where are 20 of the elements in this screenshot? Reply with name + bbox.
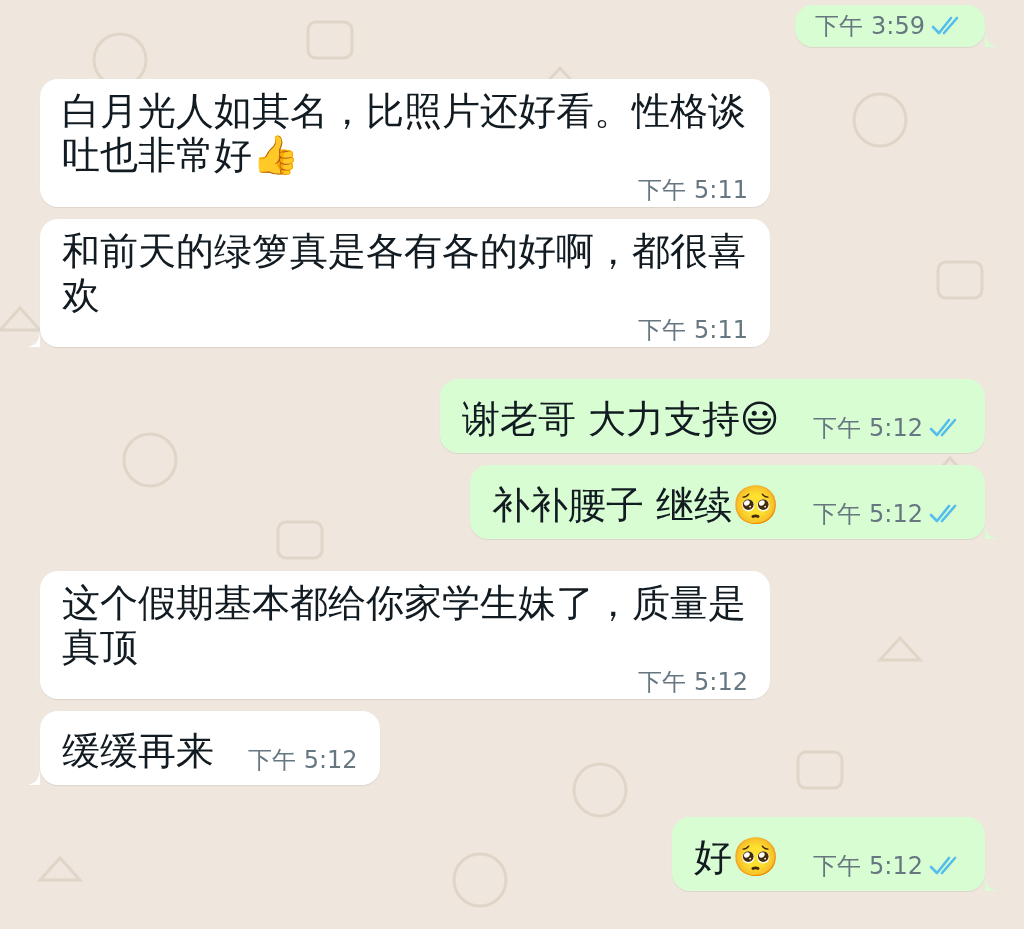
- message-time: 下午 5:12: [813, 415, 923, 441]
- bubble-tail: [28, 333, 40, 347]
- bubble-tail: [985, 525, 997, 539]
- message-text: 和前天的绿箩真是各有各的好啊，都很喜欢: [62, 229, 747, 317]
- message-time: 下午 5:11: [638, 177, 748, 203]
- message-text: 补补腰子 继续🥺: [492, 483, 780, 527]
- message-time: 下午 5:12: [813, 853, 923, 879]
- message-time: 下午 5:11: [638, 317, 748, 343]
- message-text: 谢老哥 大力支持😃: [461, 397, 780, 441]
- message-time: 下午 3:59: [815, 13, 925, 39]
- bubble-tail: [28, 771, 40, 785]
- message-time: 下午 5:12: [248, 747, 358, 773]
- message-time: 下午 5:12: [813, 501, 923, 527]
- bubble-tail: [985, 877, 997, 891]
- message-text: 缓缓再来: [62, 729, 214, 773]
- bubble-tail: [985, 33, 997, 47]
- message-text: 这个假期基本都给你家学生妹了，质量是真顶: [62, 581, 747, 669]
- message-text: 好🥺: [694, 835, 780, 879]
- message-time: 下午 5:12: [638, 669, 748, 695]
- message-text: 白月光人如其名，比照片还好看。性格谈吐也非常好👍: [62, 89, 747, 177]
